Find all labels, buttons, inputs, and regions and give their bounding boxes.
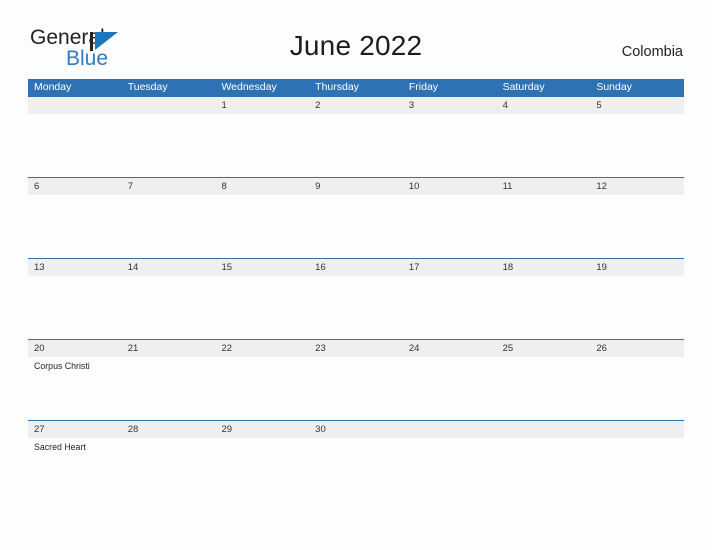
day-number-cell[interactable]: 25 — [497, 340, 591, 357]
calendar-week-row: 1 2 3 4 5 — [28, 96, 684, 177]
day-number-cell[interactable]: 15 — [215, 259, 309, 276]
day-event-cell[interactable] — [309, 114, 403, 176]
day-event-cell[interactable] — [122, 357, 216, 419]
day-event-cell[interactable] — [122, 276, 216, 338]
day-number-cell[interactable]: 13 — [28, 259, 122, 276]
calendar-week-row: 20 21 22 23 24 25 26 Corpus Christi — [28, 339, 684, 420]
weekday-header-thursday: Thursday — [315, 81, 359, 93]
calendar-grid: Monday Tuesday Wednesday Thursday Friday… — [28, 79, 684, 501]
day-event-cell[interactable] — [403, 195, 497, 257]
day-event-cell[interactable] — [215, 438, 309, 500]
day-event-cell[interactable] — [28, 195, 122, 257]
calendar-week-row: 6 7 8 9 10 11 12 — [28, 177, 684, 258]
day-number-cell[interactable]: 3 — [403, 97, 497, 114]
weekday-header-sunday: Sunday — [596, 81, 632, 93]
day-event-cell[interactable] — [28, 276, 122, 338]
day-number-cell[interactable]: 10 — [403, 178, 497, 195]
day-number-cell[interactable]: 14 — [122, 259, 216, 276]
day-event-cell[interactable] — [403, 114, 497, 176]
week-date-band: 13 14 15 16 17 18 19 — [28, 258, 684, 276]
week-event-band — [28, 276, 684, 338]
day-event-cell[interactable] — [215, 195, 309, 257]
day-number-cell[interactable]: 8 — [215, 178, 309, 195]
day-number-cell[interactable]: 30 — [309, 421, 403, 438]
day-number-cell[interactable]: 7 — [122, 178, 216, 195]
country-label: Colombia — [621, 44, 683, 60]
day-number-cell[interactable]: 4 — [497, 97, 591, 114]
day-number-cell[interactable]: 11 — [497, 178, 591, 195]
day-event-cell[interactable] — [497, 114, 591, 176]
day-number-cell[interactable]: 18 — [497, 259, 591, 276]
calendar-week-row: 27 28 29 30 Sacred Heart — [28, 420, 684, 501]
day-event-cell[interactable] — [497, 438, 591, 500]
day-event-cell[interactable] — [590, 114, 684, 176]
week-date-band: 27 28 29 30 — [28, 420, 684, 438]
day-number-cell[interactable]: 5 — [590, 97, 684, 114]
week-event-band — [28, 195, 684, 257]
day-event-cell[interactable] — [215, 114, 309, 176]
day-event-cell[interactable] — [403, 438, 497, 500]
weekday-header-monday: Monday — [34, 81, 72, 93]
day-event-cell[interactable]: Corpus Christi — [28, 357, 122, 419]
day-event-cell[interactable] — [215, 357, 309, 419]
day-number-cell[interactable]: 29 — [215, 421, 309, 438]
day-event-cell[interactable] — [215, 276, 309, 338]
weekday-header-friday: Friday — [408, 81, 439, 93]
day-number-cell[interactable]: 20 — [28, 340, 122, 357]
day-event-cell[interactable] — [403, 357, 497, 419]
day-number-cell[interactable] — [590, 421, 684, 438]
day-number-cell[interactable]: 23 — [309, 340, 403, 357]
day-number-cell[interactable]: 16 — [309, 259, 403, 276]
day-event-cell[interactable] — [590, 357, 684, 419]
weekday-header-wednesday: Wednesday — [221, 81, 277, 93]
day-event-cell[interactable] — [590, 195, 684, 257]
weekday-header-row: Monday Tuesday Wednesday Thursday Friday… — [28, 79, 684, 96]
day-event-cell[interactable] — [122, 438, 216, 500]
day-event-cell[interactable] — [590, 276, 684, 338]
week-date-band: 20 21 22 23 24 25 26 — [28, 339, 684, 357]
day-number-cell[interactable]: 12 — [590, 178, 684, 195]
week-event-band: Sacred Heart — [28, 438, 684, 500]
day-number-cell[interactable]: 6 — [28, 178, 122, 195]
calendar-week-row: 13 14 15 16 17 18 19 — [28, 258, 684, 339]
day-number-cell[interactable]: 19 — [590, 259, 684, 276]
day-event-cell[interactable] — [122, 195, 216, 257]
day-number-cell[interactable] — [403, 421, 497, 438]
week-event-band — [28, 114, 684, 176]
day-event-cell[interactable] — [497, 276, 591, 338]
day-number-cell[interactable]: 17 — [403, 259, 497, 276]
day-event-cell[interactable] — [497, 195, 591, 257]
page-header: General Blue June 2022 Colombia — [0, 0, 712, 70]
day-event-cell[interactable] — [309, 438, 403, 500]
day-event-cell[interactable] — [122, 114, 216, 176]
day-number-cell[interactable] — [122, 97, 216, 114]
day-event-cell[interactable]: Sacred Heart — [28, 438, 122, 500]
day-number-cell[interactable]: 9 — [309, 178, 403, 195]
day-number-cell[interactable]: 22 — [215, 340, 309, 357]
day-number-cell[interactable]: 28 — [122, 421, 216, 438]
week-event-band: Corpus Christi — [28, 357, 684, 419]
day-event-cell[interactable] — [497, 357, 591, 419]
day-number-cell[interactable]: 24 — [403, 340, 497, 357]
day-event-cell[interactable] — [28, 114, 122, 176]
day-event-cell[interactable] — [309, 357, 403, 419]
day-number-cell[interactable]: 21 — [122, 340, 216, 357]
day-number-cell[interactable] — [497, 421, 591, 438]
weekday-header-tuesday: Tuesday — [127, 81, 168, 93]
day-number-cell[interactable]: 27 — [28, 421, 122, 438]
day-event-cell[interactable] — [309, 195, 403, 257]
day-event-cell[interactable] — [590, 438, 684, 500]
weekday-header-saturday: Saturday — [502, 81, 545, 93]
week-date-band: 6 7 8 9 10 11 12 — [28, 177, 684, 195]
day-number-cell[interactable]: 1 — [215, 97, 309, 114]
day-number-cell[interactable]: 2 — [309, 97, 403, 114]
day-event-cell[interactable] — [309, 276, 403, 338]
week-date-band: 1 2 3 4 5 — [28, 96, 684, 114]
day-number-cell[interactable] — [28, 97, 122, 114]
page-title: June 2022 — [289, 30, 423, 61]
day-event-cell[interactable] — [403, 276, 497, 338]
day-number-cell[interactable]: 26 — [590, 340, 684, 357]
